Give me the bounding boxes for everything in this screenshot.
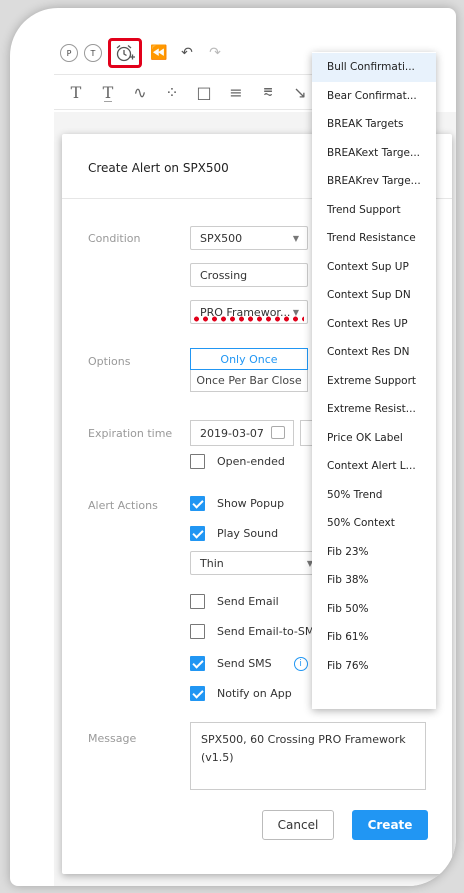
show-popup-checkbox[interactable]: Show Popup	[190, 496, 284, 511]
once-per-bar-close-option[interactable]: Once Per Bar Close	[190, 370, 308, 392]
rectangle-tool-icon[interactable]: □	[190, 78, 218, 106]
info-icon[interactable]: i	[293, 656, 308, 671]
sound-value: Thin	[200, 556, 224, 570]
indicator-plot-dropdown: Bull Confirmati... Bear Confirmat... BREAK…	[312, 52, 436, 709]
play-sound-box[interactable]	[190, 526, 205, 541]
create-button[interactable]: Create	[352, 810, 428, 840]
undo-icon[interactable]: ↶	[176, 42, 198, 64]
dropdown-item[interactable]: Fib 38%	[312, 566, 436, 595]
message-textarea[interactable]: SPX500, 60 Crossing PRO Framework (v1.5)	[190, 722, 426, 790]
dropdown-item[interactable]: Extreme Support	[312, 367, 436, 396]
dropdown-item[interactable]: BREAK Targets	[312, 110, 436, 139]
redo-icon[interactable]: ↷	[204, 42, 226, 64]
notify-app-label: Notify on App	[217, 687, 292, 700]
dropdown-item[interactable]: Fib 76%	[312, 652, 436, 681]
play-sound-label: Play Sound	[217, 527, 279, 540]
open-ended-box[interactable]	[190, 454, 205, 469]
dropdown-item[interactable]: 50% Context	[312, 509, 436, 538]
top-toolbar: P T ⏪ ↶ ↷	[60, 38, 226, 68]
send-email-sms-label: Send Email-to-SMS	[217, 625, 322, 638]
brush-tool-icon[interactable]: ∿	[126, 78, 154, 106]
dropdown-item[interactable]: 50% Trend	[312, 481, 436, 510]
anchored-text-tool-icon[interactable]: T̲	[94, 78, 122, 106]
dropdown-item[interactable]: Context Res DN	[312, 338, 436, 367]
dropdown-item[interactable]: Context Sup UP	[312, 253, 436, 282]
send-email-sms-box[interactable]	[190, 624, 205, 639]
dialog-title: Create Alert on SPX500	[88, 161, 229, 175]
expiration-label: Expiration time	[88, 427, 173, 440]
t-button[interactable]: T	[84, 44, 102, 62]
pattern-tool-icon[interactable]: ⁘	[158, 78, 186, 106]
alarm-clock-icon	[116, 45, 135, 62]
send-sms-checkbox[interactable]: Send SMS i	[190, 656, 308, 671]
dropdown-item[interactable]: Context Alert L...	[312, 452, 436, 481]
send-sms-box[interactable]	[190, 656, 205, 671]
expiration-date-field[interactable]: 2019-03-07	[190, 420, 294, 446]
dropdown-item[interactable]: Fib 50%	[312, 595, 436, 624]
send-email-label: Send Email	[217, 595, 279, 608]
options-label: Options	[88, 355, 131, 368]
show-popup-label: Show Popup	[217, 497, 285, 510]
open-ended-checkbox[interactable]: Open-ended	[190, 454, 285, 469]
expiration-date-value: 2019-03-07	[200, 426, 264, 440]
add-alert-button[interactable]	[108, 38, 142, 68]
symbol-value: SPX500	[200, 231, 243, 245]
notify-app-checkbox[interactable]: Notify on App	[190, 686, 292, 701]
dropdown-item[interactable]: Fib 61%	[312, 623, 436, 652]
dropdown-item[interactable]: Trend Support	[312, 196, 436, 225]
fib-fan-tool-icon[interactable]: ⩳	[254, 78, 282, 106]
dropdown-item[interactable]: BREAKrev Targe...	[312, 167, 436, 196]
calendar-icon[interactable]	[271, 426, 285, 439]
path-tool-icon[interactable]: ↘	[286, 78, 314, 106]
sound-select[interactable]: Thin ▼	[190, 551, 322, 575]
condition-label: Condition	[88, 232, 141, 245]
dropdown-item[interactable]: Context Sup DN	[312, 281, 436, 310]
dropdown-item[interactable]: Trend Resistance	[312, 224, 436, 253]
play-sound-checkbox[interactable]: Play Sound	[190, 526, 278, 541]
symbol-select[interactable]: SPX500 ▼	[190, 226, 308, 250]
dropdown-item[interactable]: Bull Confirmati...	[312, 53, 436, 82]
drawing-toolbar: T T̲ ∿ ⁘ □ ≡ ⩳ ↘	[54, 74, 354, 110]
alert-actions-label: Alert Actions	[88, 499, 158, 512]
chevron-down-icon: ▼	[292, 234, 299, 243]
send-sms-label: Send SMS	[217, 657, 272, 670]
crossing-value: Crossing	[200, 268, 248, 282]
cancel-button[interactable]: Cancel	[262, 810, 334, 840]
dropdown-item[interactable]: Fib 23%	[312, 538, 436, 567]
p-button[interactable]: P	[60, 44, 78, 62]
dropdown-item[interactable]: Bear Confirmat...	[312, 82, 436, 111]
notify-app-box[interactable]	[190, 686, 205, 701]
frequency-options: Only Once Once Per Bar Close	[190, 348, 308, 392]
send-email-checkbox[interactable]: Send Email	[190, 594, 279, 609]
red-dotted-underline	[192, 315, 304, 323]
message-label: Message	[88, 732, 137, 745]
crossing-select[interactable]: Crossing	[190, 263, 308, 287]
fib-tool-icon[interactable]: ≡	[222, 78, 250, 106]
only-once-option[interactable]: Only Once	[190, 348, 308, 370]
show-popup-box[interactable]	[190, 496, 205, 511]
send-email-box[interactable]	[190, 594, 205, 609]
rewind-icon[interactable]: ⏪	[148, 42, 170, 64]
dropdown-item[interactable]: Context Res UP	[312, 310, 436, 339]
dropdown-item[interactable]: Price OK Label	[312, 424, 436, 453]
app-frame: P T ⏪ ↶ ↷ T T̲ ∿ ⁘ □ ≡ ⩳ ↘ Create Alert …	[10, 8, 456, 886]
dropdown-item[interactable]: Extreme Resist...	[312, 395, 436, 424]
open-ended-label: Open-ended	[217, 455, 285, 468]
send-email-sms-checkbox[interactable]: Send Email-to-SMS	[190, 624, 321, 639]
text-tool-icon[interactable]: T	[62, 78, 90, 106]
dropdown-item[interactable]: BREAKext Targe...	[312, 139, 436, 168]
